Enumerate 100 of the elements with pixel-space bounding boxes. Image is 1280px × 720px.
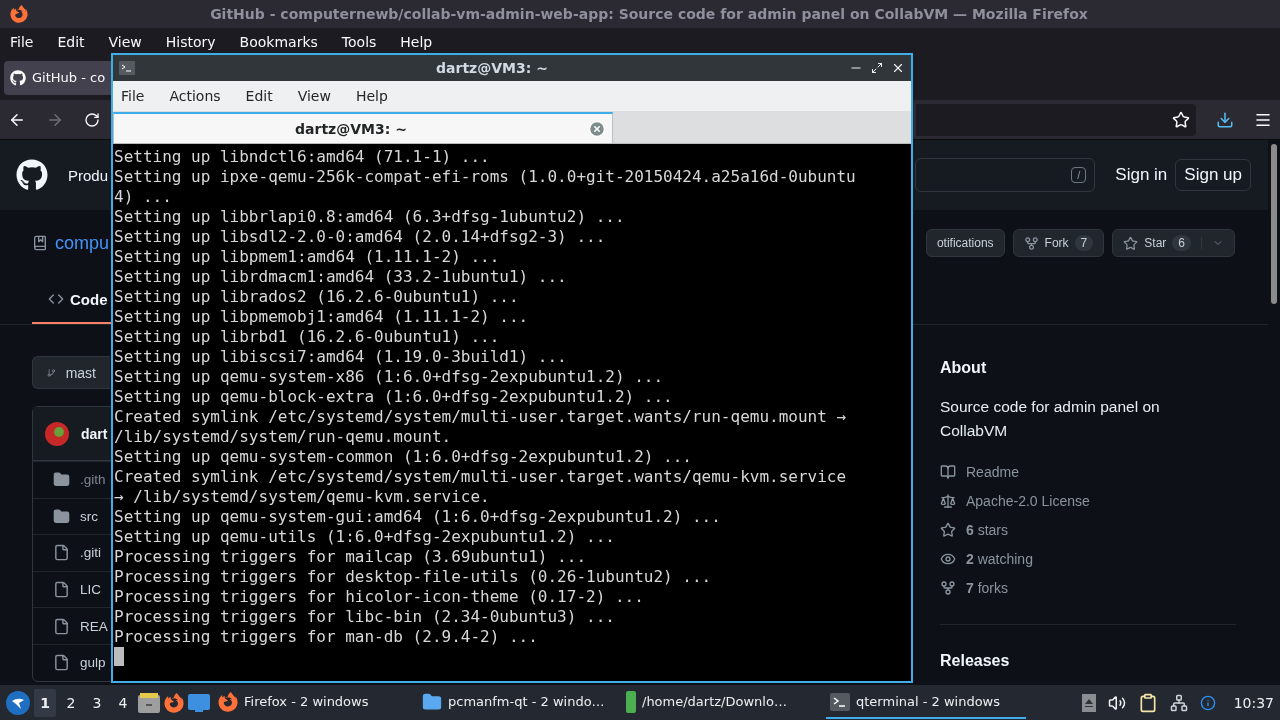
terminal-line: Setting up librbd1 (16.2.6-0ubuntu1) ... (114, 327, 501, 347)
about-link[interactable]: 2 watching (966, 550, 1033, 567)
menu-item[interactable]: Help (355, 88, 388, 104)
terminal-line: Setting up libiscsi7:amd64 (1.19.0-3build1) ... (114, 347, 568, 367)
terminal-line: Setting up librados2 (16.2.6-0ubuntu1) ... (114, 287, 520, 307)
menu-item[interactable]: File (10, 33, 46, 50)
star-icon (940, 521, 956, 538)
nav-item[interactable]: Produ (68, 166, 109, 184)
maximize-icon[interactable] (871, 62, 883, 74)
branch-name: mast (65, 364, 96, 381)
sign-in-link[interactable]: Sign in (1115, 165, 1168, 185)
file-name[interactable]: REA (80, 618, 108, 634)
file-icon (53, 544, 70, 562)
terminal-line: /lib/systemd/system/run-qemu.mount. (114, 427, 453, 447)
avatar (45, 421, 69, 446)
cursor (114, 647, 124, 666)
terminal-line: Setting up librdmacm1:amd64 (33.2-1ubuntu1) ... (114, 267, 568, 287)
terminal-line: Setting up qemu-system-gui:amd64 (1:6.0+dfsg-2expubuntu1.2) ... (114, 507, 722, 527)
menu-item[interactable]: View (297, 88, 331, 104)
desktop-switch[interactable]: 3 (86, 688, 108, 717)
sign-up-button[interactable]: Sign up (1175, 159, 1251, 191)
menu-item[interactable]: Edit (57, 33, 97, 50)
menu-item[interactable]: Tools (341, 33, 389, 50)
repo-icon (32, 235, 48, 251)
repo-name[interactable]: compu (55, 232, 110, 254)
terminal-line: Setting up libndctl6:amd64 (71.1-1) ... (114, 147, 491, 167)
menu-item[interactable]: History (165, 33, 228, 50)
desktop-switch[interactable]: 1 (34, 688, 56, 717)
download-icon[interactable] (1216, 110, 1234, 129)
github-icon (10, 69, 26, 86)
file-icon (53, 581, 70, 599)
terminal-line: 4) ... (114, 187, 173, 207)
terminal-line: Setting up libsdl2-2.0-0:amd64 (2.0.14+dfsg2-3) ... (114, 227, 607, 247)
volume-icon[interactable] (1107, 693, 1126, 712)
releases-heading: Releases (940, 651, 1011, 671)
tab-label: Code (70, 290, 108, 308)
code-icon (48, 291, 64, 307)
tab-title: GitHub - co (32, 70, 106, 85)
fork-button[interactable]: Fork 7 (1012, 229, 1105, 257)
about-link[interactable]: 7 forks (966, 579, 1009, 596)
github-logo[interactable] (16, 159, 48, 191)
terminal-line: Created symlink /etc/systemd/system/multi-user.target.wants/run-qemu.mount → (114, 407, 848, 427)
desktop-switch[interactable]: 4 (112, 688, 134, 717)
menu-item[interactable]: View (108, 33, 154, 50)
file-name[interactable]: .giti (80, 545, 101, 561)
firefox-icon[interactable] (164, 692, 184, 713)
fork-icon (1023, 235, 1039, 251)
browser-tab[interactable]: GitHub - co (4, 60, 111, 95)
task-button[interactable]: pcmanfm-qt - 2 windo… (418, 686, 618, 719)
task-button[interactable]: Firefox - 2 windows (214, 686, 414, 719)
star-icon (1123, 235, 1139, 251)
menu-item[interactable]: Help (400, 33, 445, 50)
desktop-switch[interactable]: 2 (60, 688, 82, 717)
key-hint: / (1071, 167, 1087, 183)
terminal-line: Setting up qemu-system-common (1:6.0+dfsg-2expubuntu1.2) ... (114, 447, 693, 467)
terminal-line: Processing triggers for hicolor-icon-theme (0.17-2) ... (114, 587, 645, 607)
desktop-icon[interactable] (188, 693, 210, 712)
menu-item[interactable]: Edit (245, 88, 273, 104)
notifications-button[interactable]: otifications (925, 229, 1005, 257)
about-link[interactable]: Readme (966, 463, 1019, 480)
terminal-line: Setting up libpmemobj1:amd64 (1.11.1-2) ... (114, 307, 530, 327)
about-heading: About (940, 358, 988, 378)
task-button[interactable]: qterminal - 2 windows (826, 686, 1026, 719)
terminal-line: Setting up qemu-block-extra (1:6.0+dfsg-2expubuntu1.2) ... (114, 387, 674, 407)
terminal-line: Created symlink /etc/systemd/system/multi-user.target.wants/qemu-kvm.service (114, 467, 848, 487)
search-field[interactable]: / (915, 158, 1096, 192)
fork-icon (940, 579, 956, 596)
about-link[interactable]: 6 stars (966, 521, 1009, 538)
terminal-tab[interactable]: dartz@VM3: ~ (113, 112, 613, 143)
terminal-line: → /lib/systemd/system/qemu-kvm.service. (114, 487, 491, 507)
menu-item[interactable]: Actions (169, 88, 221, 104)
commit-author[interactable]: dart (81, 425, 108, 442)
file-name[interactable]: LIC (80, 582, 101, 598)
menu-item[interactable]: File (121, 88, 145, 104)
reload-icon[interactable] (84, 111, 100, 128)
file-name[interactable]: .gith (80, 472, 106, 488)
file-name[interactable]: gulp (80, 655, 106, 671)
about-link[interactable]: Apache-2.0 License (966, 492, 1090, 509)
button-label: Star (1144, 236, 1167, 250)
eject-icon[interactable] (1081, 693, 1096, 712)
star-icon[interactable] (1172, 110, 1190, 129)
info-icon[interactable] (1199, 694, 1216, 711)
scrollbar[interactable] (1271, 144, 1277, 304)
star-button[interactable]: Star 6 (1112, 229, 1235, 257)
repo-description: Source code for admin panel on CollabVM (940, 397, 1161, 441)
close-icon[interactable] (891, 61, 905, 75)
start-menu-icon[interactable] (6, 690, 30, 715)
window-title: GitHub - computernewb/collab-vm-admin-web-app: Source code for admin panel on CollabVM — Mozilla Firefox (209, 6, 1089, 22)
task-button[interactable]: /home/dartz/Downlo… (622, 686, 822, 719)
file-cabinet-icon[interactable] (138, 692, 160, 713)
terminal-icon (830, 692, 850, 711)
file-name[interactable]: src (80, 508, 98, 524)
menu-item[interactable]: Bookmarks (239, 33, 330, 50)
terminal-line: Processing triggers for man-db (2.9.4-2) ... (114, 627, 539, 647)
archive-icon (626, 690, 636, 713)
network-icon[interactable] (1169, 693, 1188, 712)
branch-button[interactable]: mast (32, 356, 110, 389)
clock[interactable]: 10:37 (1233, 694, 1274, 711)
firefox-icon (218, 691, 238, 712)
window-title: dartz@VM3: ~ (435, 60, 549, 76)
